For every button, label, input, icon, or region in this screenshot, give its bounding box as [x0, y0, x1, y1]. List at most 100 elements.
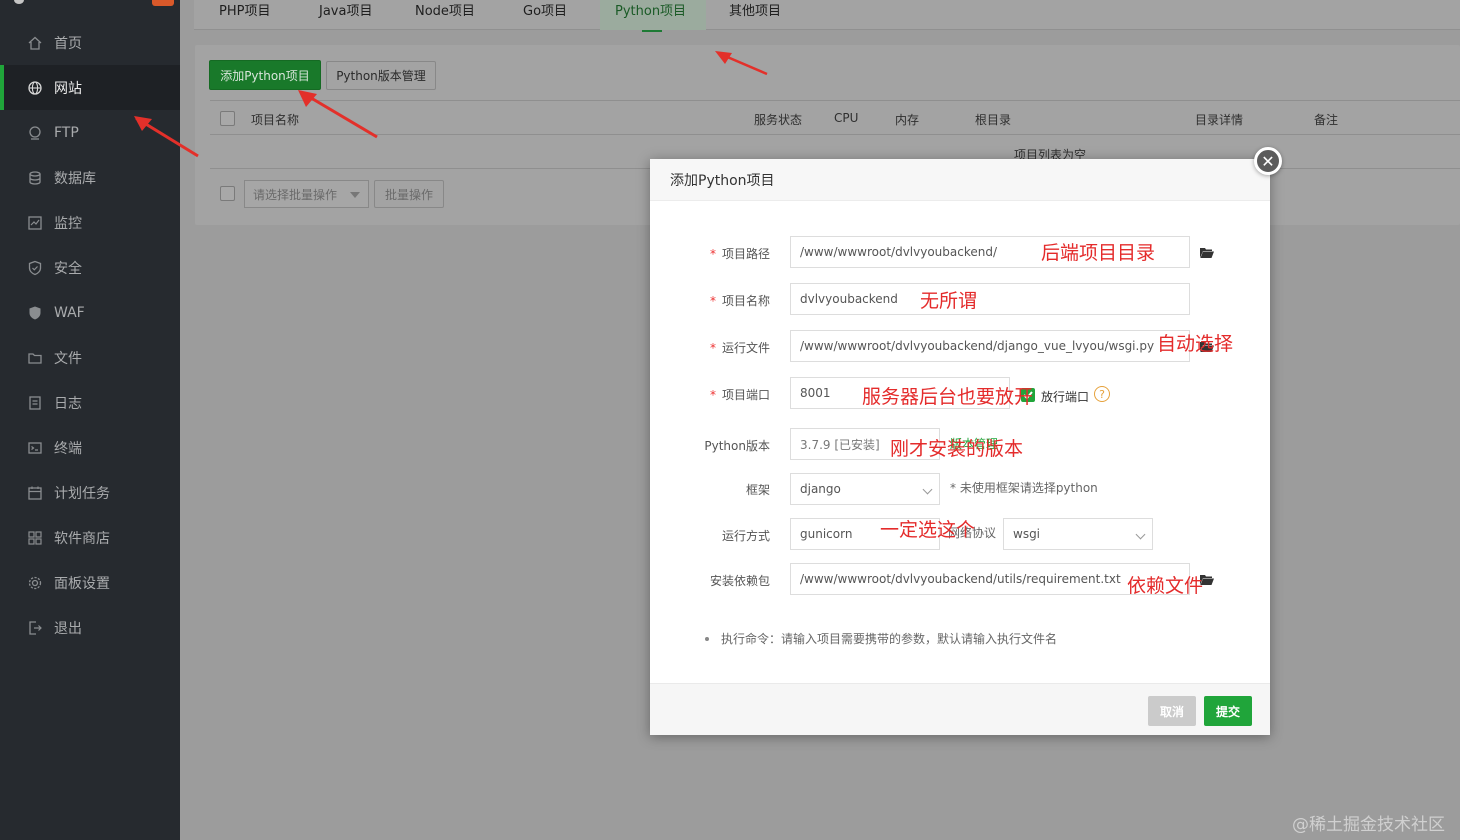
- caret-down-icon: [350, 192, 360, 198]
- select-all-checkbox[interactable]: [220, 111, 235, 126]
- column-dir-detail[interactable]: 目录详情: [1195, 111, 1243, 128]
- button-label: Python版本管理: [336, 69, 426, 83]
- sidebar-item-app-store[interactable]: 软件商店: [0, 515, 180, 560]
- dialog-footer: 取消 提交: [650, 683, 1270, 735]
- tab-label: PHP项目: [219, 4, 271, 19]
- sidebar-item-label: 数据库: [54, 170, 96, 187]
- input-value: 3.7.9 [已安装]: [800, 437, 880, 452]
- batch-checkbox[interactable]: [220, 186, 235, 201]
- tab-other[interactable]: 其他项目: [729, 0, 781, 24]
- required-mark: *: [709, 294, 716, 308]
- sidebar-item-label: 软件商店: [54, 530, 110, 547]
- active-tab-indicator: [642, 30, 663, 32]
- chevron-down-icon: [1135, 529, 1146, 540]
- tab-php[interactable]: PHP项目: [219, 0, 270, 24]
- ftp-icon: [26, 124, 44, 142]
- submit-button[interactable]: 提交: [1204, 696, 1252, 726]
- sidebar-item-home[interactable]: 首页: [0, 20, 180, 65]
- sidebar-item-terminal[interactable]: 终端: [0, 425, 180, 470]
- add-python-project-dialog: 添加Python项目 * 项目路径 /www/wwwroot/dvlvyoubac…: [650, 159, 1270, 735]
- button-label: 批量操作: [384, 187, 433, 202]
- command-note: 执行命令：请输入项目需要携带的参数，默认请输入执行文件名: [721, 632, 1058, 646]
- tab-label: Node项目: [415, 4, 475, 19]
- annotation-arrow-website: [134, 116, 199, 158]
- input-value: gunicorn: [800, 527, 853, 541]
- tab-python[interactable]: Python项目: [600, 0, 706, 32]
- tab-go[interactable]: Go项目: [523, 0, 567, 24]
- sidebar-item-waf[interactable]: WAF: [0, 290, 180, 335]
- batch-select[interactable]: 请选择批量操作: [244, 180, 369, 208]
- home-icon: [26, 34, 44, 52]
- sidebar-item-website[interactable]: 网站: [0, 65, 180, 110]
- database-icon: [26, 169, 44, 187]
- sidebar-item-label: 终端: [54, 440, 82, 457]
- label-text: 运行方式: [721, 529, 770, 543]
- sidebar-item-label: WAF: [54, 304, 85, 321]
- tab-label: Go项目: [523, 4, 568, 19]
- framework-select[interactable]: django: [790, 473, 940, 505]
- sidebar-item-database[interactable]: 数据库: [0, 155, 180, 200]
- close-dialog-button[interactable]: ✕: [1254, 147, 1282, 175]
- cancel-button[interactable]: 取消: [1148, 696, 1196, 726]
- label-text: 项目名称: [721, 294, 770, 308]
- tab-label: 其他项目: [729, 4, 782, 19]
- framework-label: 框架: [650, 481, 770, 498]
- label-text: 框架: [745, 483, 770, 497]
- sidebar-item-settings[interactable]: 面板设置: [0, 560, 180, 605]
- column-root[interactable]: 根目录: [975, 111, 1011, 128]
- log-icon: [26, 394, 44, 412]
- terminal-icon: [26, 439, 44, 457]
- sidebar-item-security[interactable]: 安全: [0, 245, 180, 290]
- watermark: @稀土掘金技术社区: [1292, 815, 1445, 835]
- monitor-icon: [26, 214, 44, 232]
- label-text: 运行文件: [721, 341, 770, 355]
- sidebar-item-files[interactable]: 文件: [0, 335, 180, 380]
- path-label: * 项目路径: [650, 245, 770, 262]
- tab-node[interactable]: Node项目: [415, 0, 475, 24]
- bullet: [705, 637, 709, 641]
- sidebar-item-label: 面板设置: [54, 575, 110, 592]
- sidebar-item-logs[interactable]: 日志: [0, 380, 180, 425]
- sidebar-item-label: 网站: [54, 80, 82, 97]
- sidebar-item-monitor[interactable]: 监控: [0, 200, 180, 245]
- logout-icon: [26, 619, 44, 637]
- input-value: /www/wwwroot/dvlvyoubackend/django_vue_l…: [800, 339, 1155, 353]
- annotation-deps: 依赖文件: [1127, 575, 1204, 597]
- sidebar-item-logout[interactable]: 退出: [0, 605, 180, 650]
- annotation-arrow-add-button: [298, 90, 378, 139]
- column-memory[interactable]: 内存: [895, 111, 919, 128]
- sidebar-item-label: 计划任务: [54, 485, 110, 502]
- column-cpu[interactable]: CPU: [834, 111, 858, 125]
- logo-icon: [14, 0, 24, 4]
- sidebar-item-label: FTP: [54, 124, 79, 141]
- batch-action-button[interactable]: 批量操作: [374, 180, 444, 208]
- dialog-title: 添加Python项目: [670, 172, 775, 189]
- column-status[interactable]: 服务状态: [754, 111, 802, 128]
- button-label: 提交: [1215, 704, 1240, 719]
- tab-java[interactable]: Java项目: [319, 0, 372, 24]
- annotation-port: 服务器后台也要放开: [862, 386, 1034, 408]
- folder-icon: [26, 349, 44, 367]
- column-remark[interactable]: 备注: [1314, 111, 1338, 128]
- schedule-icon: [26, 484, 44, 502]
- help-icon[interactable]: ?: [1094, 386, 1110, 402]
- shield-icon: [26, 259, 44, 277]
- sidebar-item-schedule[interactable]: 计划任务: [0, 470, 180, 515]
- annotation-run-mode: 一定选这个: [880, 519, 976, 541]
- annotation-version: 刚才安装的版本: [890, 438, 1024, 460]
- notification-badge[interactable]: [152, 0, 174, 6]
- deps-label: 安装依赖包: [650, 572, 770, 589]
- column-name[interactable]: 项目名称: [251, 111, 299, 128]
- chevron-down-icon: [922, 484, 933, 495]
- name-label: * 项目名称: [650, 292, 770, 309]
- required-mark: *: [709, 247, 716, 261]
- input-value: wsgi: [1013, 527, 1041, 541]
- folder-open-icon[interactable]: [1200, 247, 1214, 259]
- annotation-arrow-python-tab: [715, 51, 768, 76]
- project-name-input[interactable]: dvlvyoubackend: [790, 283, 1190, 315]
- port-label: * 项目端口: [650, 386, 770, 403]
- protocol-select[interactable]: wsgi: [1003, 518, 1153, 550]
- sidebar-item-label: 文件: [54, 350, 82, 367]
- run-file-input[interactable]: /www/wwwroot/dvlvyoubackend/django_vue_l…: [790, 330, 1190, 362]
- sidebar-item-label: 首页: [54, 35, 82, 52]
